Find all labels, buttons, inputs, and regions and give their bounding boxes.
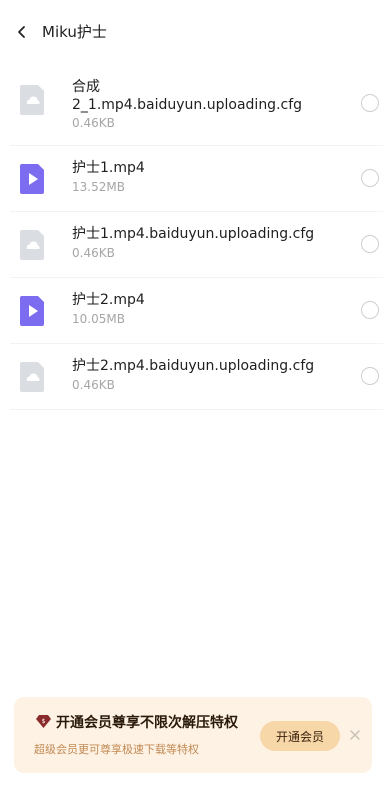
file-name: 合成 2_1.mp4.baiduyun.uploading.cfg <box>72 79 303 113</box>
file-size: 0.46KB <box>72 246 115 260</box>
select-radio[interactable] <box>361 367 379 385</box>
file-size: 13.52MB <box>72 180 125 194</box>
video-file-icon <box>20 296 46 326</box>
cloud-file-icon <box>20 230 46 260</box>
open-vip-button[interactable]: 开通会员 <box>260 721 340 751</box>
file-size: 0.46KB <box>72 116 115 130</box>
file-item[interactable]: 护士2.mp4.baiduyun.uploading.cfg 0.46KB <box>10 344 383 410</box>
promo-title: 开通会员尊享不限次解压特权 <box>56 715 238 731</box>
select-radio[interactable] <box>361 94 379 112</box>
select-radio[interactable] <box>361 235 379 253</box>
chevron-left-icon[interactable] <box>10 20 34 44</box>
svg-text:$: $ <box>42 718 46 725</box>
file-item[interactable]: 护士1.mp4.baiduyun.uploading.cfg 0.46KB <box>10 212 383 278</box>
promo-subtitle: 超级会员更可尊享极速下载等特权 <box>34 743 199 756</box>
file-name: 护士1.mp4 <box>72 160 145 176</box>
close-icon[interactable] <box>348 727 362 741</box>
cloud-file-icon <box>20 85 46 115</box>
page-title: Miku护士 <box>42 23 107 41</box>
cloud-file-icon <box>20 362 46 392</box>
file-item[interactable]: 护士1.mp4 13.52MB <box>10 146 383 212</box>
file-size: 10.05MB <box>72 312 125 326</box>
file-item[interactable]: 合成 2_1.mp4.baiduyun.uploading.cfg 0.46KB <box>10 76 383 146</box>
file-list: 合成 2_1.mp4.baiduyun.uploading.cfg 0.46KB… <box>10 76 383 410</box>
file-name: 护士2.mp4.baiduyun.uploading.cfg <box>72 358 315 374</box>
diamond-badge-icon: $ <box>36 713 51 732</box>
file-size: 0.46KB <box>72 378 115 392</box>
select-radio[interactable] <box>361 169 379 187</box>
file-name: 护士1.mp4.baiduyun.uploading.cfg <box>72 226 315 242</box>
vip-promo-banner[interactable]: $ 开通会员尊享不限次解压特权 超级会员更可尊享极速下载等特权 开通会员 <box>14 697 372 773</box>
select-radio[interactable] <box>361 301 379 319</box>
header-bar: Miku护士 <box>0 0 387 64</box>
file-name: 护士2.mp4 <box>72 292 145 308</box>
file-item[interactable]: 护士2.mp4 10.05MB <box>10 278 383 344</box>
video-file-icon <box>20 164 46 194</box>
